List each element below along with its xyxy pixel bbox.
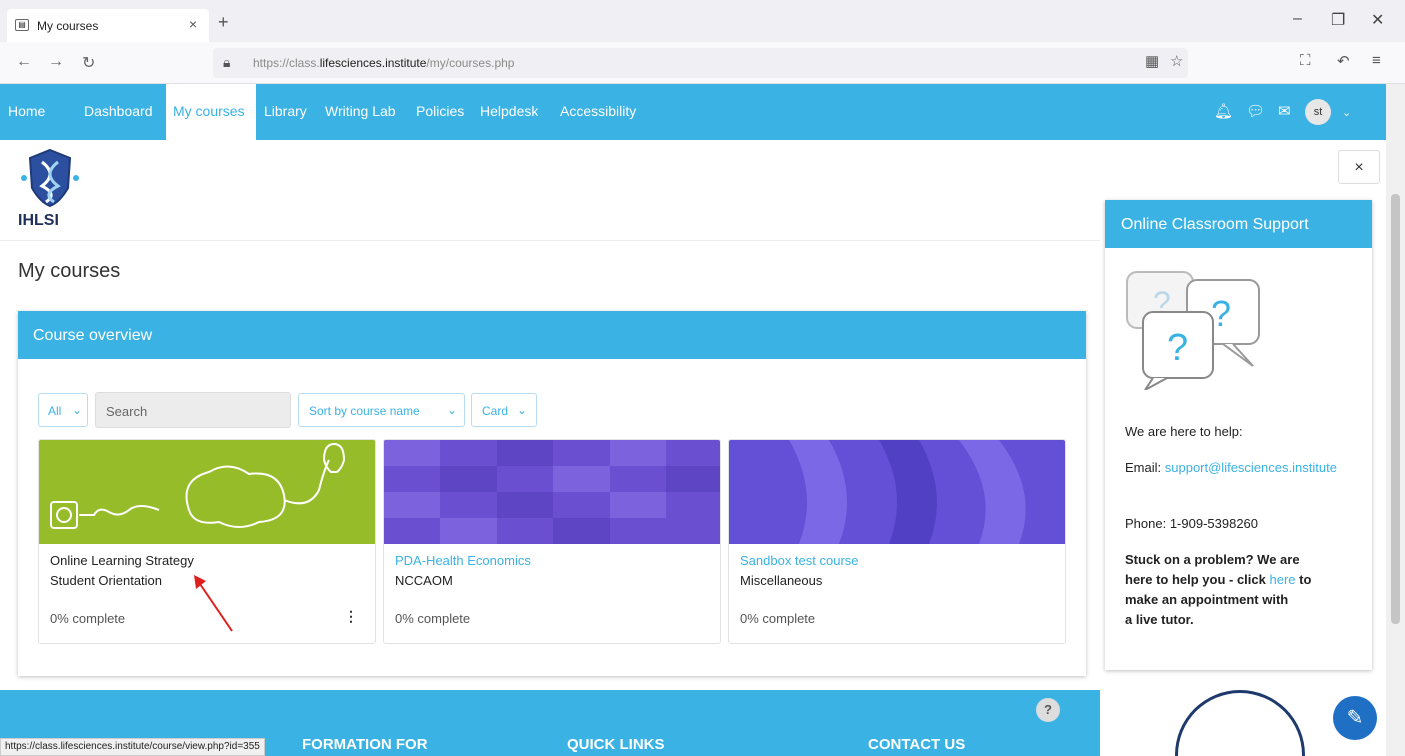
- online-classroom-support-block: Online Classroom Support ? ? ? We are he…: [1105, 200, 1372, 670]
- course-overview-block: Course overview All ⌄ Search Sort by cour…: [18, 311, 1086, 676]
- course-actions-menu-icon[interactable]: ⋮: [344, 608, 358, 625]
- browser-tab[interactable]: ▤ My courses ×: [7, 9, 209, 42]
- logo-text: IHLSI: [18, 212, 59, 229]
- svg-text:?: ?: [1211, 293, 1231, 334]
- page-scrollbar[interactable]: [1386, 84, 1405, 756]
- course-progress: 0% complete: [740, 611, 816, 626]
- course-category: NCCAOM: [395, 573, 453, 588]
- support-header: Online Classroom Support: [1105, 200, 1372, 248]
- minimize-icon[interactable]: –: [1293, 10, 1302, 28]
- nav-dashboard[interactable]: Dashboard: [84, 103, 153, 119]
- question-bubbles-icon: ? ? ?: [1126, 271, 1260, 390]
- view-dropdown[interactable]: Card ⌄: [471, 393, 537, 427]
- course-category: Student Orientation: [50, 573, 163, 588]
- nav-my-courses[interactable]: My courses: [166, 84, 256, 140]
- dna-shield-icon: [21, 148, 79, 208]
- course-name[interactable]: Sandbox test course: [740, 553, 859, 568]
- menu-icon[interactable]: ≡: [1372, 52, 1381, 69]
- nav-policies[interactable]: Policies: [416, 103, 464, 119]
- search-input[interactable]: Search: [95, 392, 291, 428]
- extensions-icon[interactable]: ⛶: [1300, 52, 1311, 69]
- mail-icon[interactable]: ✉: [1278, 102, 1291, 120]
- close-window-icon[interactable]: ✕: [1371, 10, 1384, 30]
- footer-quick-links-heading: QUICK LINKS: [567, 736, 665, 753]
- course-image-purple-grid[interactable]: [384, 440, 721, 544]
- url-text: https://class.lifesciences.institute/my/…: [253, 56, 515, 70]
- course-overview-header: Course overview: [18, 311, 1086, 359]
- filter-dropdown[interactable]: All ⌄: [38, 393, 88, 427]
- notifications-bell-icon[interactable]: 🔔︎: [1214, 102, 1233, 120]
- lock-icon: 🔒︎: [223, 54, 231, 70]
- course-name[interactable]: Online Learning Strategy: [50, 553, 194, 568]
- user-avatar[interactable]: st: [1305, 99, 1331, 125]
- course-name[interactable]: PDA-Health Economics: [395, 553, 531, 568]
- professional-development-badge: [1175, 690, 1305, 756]
- nav-library[interactable]: Library: [264, 103, 307, 119]
- messages-icon[interactable]: 💬︎: [1246, 102, 1265, 120]
- course-progress: 0% complete: [395, 611, 471, 626]
- status-bar-url: https://class.lifesciences.institute/cou…: [0, 738, 265, 756]
- header-divider: [0, 240, 1100, 241]
- restore-icon[interactable]: ❐: [1331, 10, 1345, 30]
- accessibility-tool-button[interactable]: ✎: [1333, 696, 1377, 740]
- help-button[interactable]: ?: [1036, 698, 1060, 722]
- footer-information-heading: FORMATION FOR: [302, 736, 428, 753]
- course-progress: 0% complete: [50, 611, 126, 626]
- support-email: Email: support@lifesciences.institute: [1125, 460, 1337, 475]
- back-icon[interactable]: ←: [16, 53, 32, 71]
- support-stuck-text: Stuck on a problem? We are here to help …: [1125, 552, 1312, 627]
- course-category: Miscellaneous: [740, 573, 823, 588]
- tab-title: My courses: [37, 19, 99, 33]
- qr-code-icon[interactable]: ▦: [1145, 52, 1159, 70]
- url-bar[interactable]: 🔒︎ https://class.lifesciences.institute/…: [213, 48, 1188, 78]
- appointment-link[interactable]: here: [1270, 572, 1296, 587]
- support-phone: Phone: 1-909-5398260: [1125, 516, 1259, 531]
- chevron-down-icon[interactable]: ⌄: [1342, 106, 1351, 119]
- forward-icon[interactable]: →: [48, 53, 64, 71]
- close-tab-icon[interactable]: ×: [189, 16, 197, 32]
- browser-tab-bar: ▤ My courses × + – ❐ ✕: [0, 0, 1405, 42]
- site-navbar: Home Dashboard My courses Library Writin…: [0, 84, 1386, 140]
- course-image-purple-waves[interactable]: [729, 440, 1066, 544]
- page-title: My courses: [18, 260, 121, 282]
- support-intro: We are here to help:: [1125, 424, 1243, 439]
- nav-helpdesk[interactable]: Helpdesk: [480, 103, 538, 119]
- support-email-link[interactable]: support@lifesciences.institute: [1165, 460, 1337, 475]
- close-drawer-button[interactable]: ×: [1338, 150, 1380, 184]
- new-tab-icon[interactable]: +: [218, 12, 229, 33]
- reload-icon[interactable]: ↻: [82, 53, 95, 73]
- course-image-brain-bulb[interactable]: [39, 440, 376, 544]
- page-favicon-icon: ▤: [15, 19, 29, 31]
- address-toolbar: ← → ↻ 🔒︎ https://class.lifesciences.inst…: [0, 42, 1405, 84]
- svg-text:?: ?: [1167, 327, 1188, 369]
- nav-writing-lab[interactable]: Writing Lab: [325, 103, 396, 119]
- nav-home[interactable]: Home: [8, 103, 45, 119]
- arrow-annotation-icon: [194, 575, 233, 632]
- site-logo[interactable]: IHLSI: [18, 148, 88, 232]
- sort-dropdown[interactable]: Sort by course name ⌄: [298, 393, 465, 427]
- course-card[interactable]: PDA-Health Economics NCCAOM 0% complete: [383, 439, 721, 644]
- nav-accessibility[interactable]: Accessibility: [560, 103, 636, 119]
- share-icon[interactable]: ↶: [1337, 52, 1350, 70]
- course-card[interactable]: Sandbox test course Miscellaneous 0% com…: [728, 439, 1066, 644]
- scrollbar-thumb[interactable]: [1391, 194, 1400, 624]
- footer-contact-heading: CONTACT US: [868, 736, 966, 753]
- bookmark-star-icon[interactable]: ☆: [1170, 52, 1183, 70]
